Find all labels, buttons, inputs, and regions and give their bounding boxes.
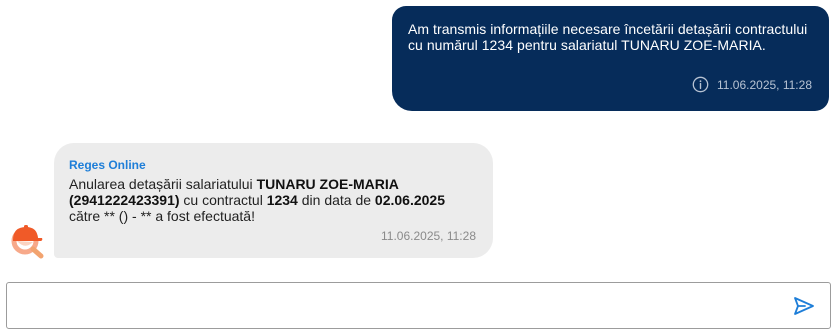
contract-number: 1234	[266, 192, 298, 208]
outgoing-message: Am transmis informațiile necesare încetă…	[392, 6, 829, 111]
incoming-message-time: 11.06.2025, 11:28	[381, 229, 476, 243]
message-composer	[6, 282, 831, 329]
send-button[interactable]	[792, 295, 816, 317]
bot-avatar	[9, 221, 45, 259]
outgoing-message-time: 11.06.2025, 11:28	[717, 77, 812, 92]
incoming-message: Reges Online Anularea detașării salariat…	[54, 143, 493, 258]
message-input[interactable]	[17, 291, 781, 323]
chat-window: Am transmis informațiile necesare încetă…	[0, 0, 835, 335]
info-icon[interactable]	[692, 76, 709, 93]
outgoing-message-text: Am transmis informațiile necesare încetă…	[408, 21, 808, 53]
text-segment: cu contractul	[179, 192, 267, 208]
sender-name: Reges Online	[69, 158, 146, 172]
text-segment: Anularea detașării salariatului	[69, 176, 257, 192]
reges-logo-icon	[11, 225, 44, 259]
text-segment: din data de	[297, 192, 375, 208]
incoming-message-text: Anularea detașării salariatului TUNARU Z…	[69, 176, 479, 224]
employee-cnp: (2941222423391)	[69, 192, 180, 208]
employee-name: TUNARU ZOE-MARIA	[256, 176, 399, 192]
text-segment: către ** () - ** a fost efectuată!	[69, 208, 255, 224]
send-icon	[794, 297, 814, 315]
contract-date: 02.06.2025	[374, 192, 445, 208]
outgoing-message-meta: 11.06.2025, 11:28	[692, 76, 812, 93]
